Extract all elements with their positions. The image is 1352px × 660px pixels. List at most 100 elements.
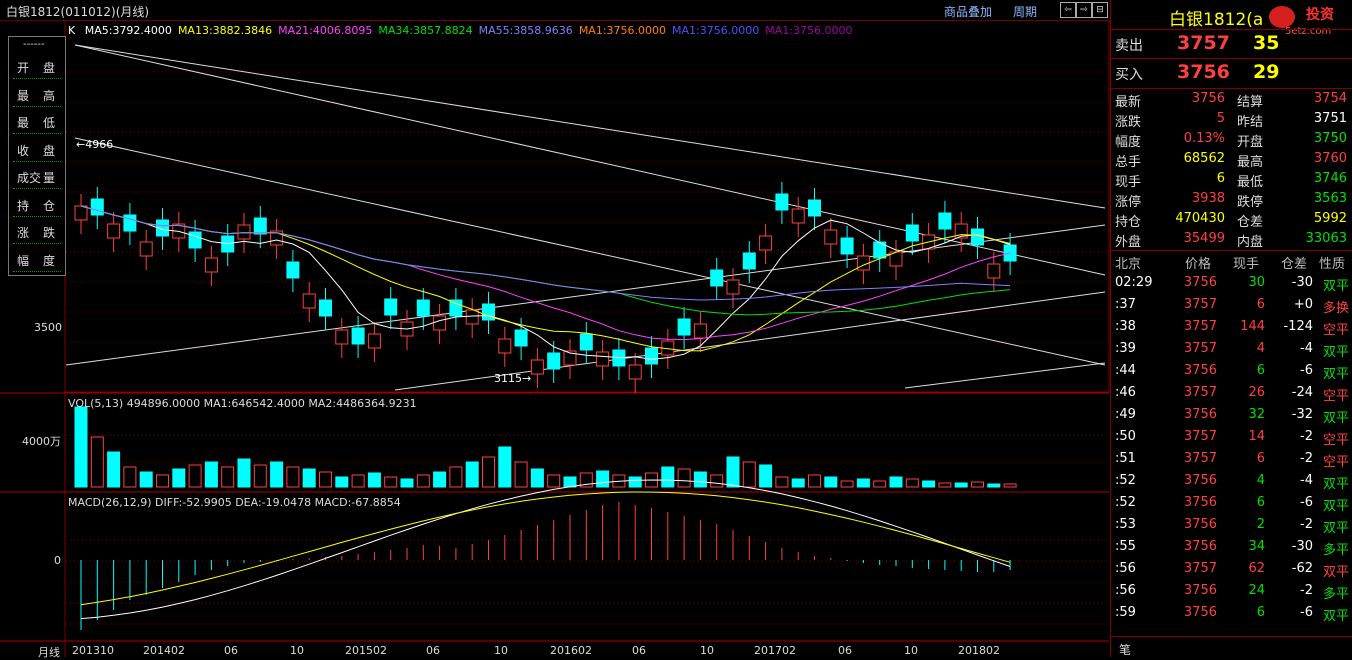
trade-price: 3757 [1183,429,1217,444]
side-panel-label-a: 持 [17,198,30,213]
bid-label: 买入 [1115,67,1143,83]
volume-bar [433,471,447,488]
period-menu[interactable]: 周期 [1013,3,1037,20]
volume-bar [840,480,854,488]
trade-time: :52 [1115,473,1136,488]
trade-nature: 空平 [1322,433,1349,448]
stat-value: 3750 [1313,131,1347,146]
brand-logo-text: 投资 [1306,7,1334,23]
x-axis-tick: 10 [700,644,714,657]
trade-price: 3757 [1183,319,1217,334]
trade-nature: 双平 [1322,609,1349,624]
trade-volume: 6 [1256,605,1265,620]
trade-header-oi-change: 仓差 [1281,257,1308,272]
tick-tab[interactable]: 笔 [1119,641,1131,658]
stat-label: 最高 [1237,155,1264,170]
volume-bar [791,478,805,488]
trend-line [74,44,1106,209]
chart-title-bar: 白银1812(011012)(月线) 商品叠加 周期 ⇦ ⇨ ⊟ [0,0,1110,21]
trade-price: 3756 [1183,605,1217,620]
trade-header-price: 价格 [1185,257,1212,272]
ma-legend-item: MA1:3756.0000 [672,24,760,37]
stat-label: 最新 [1115,95,1142,110]
trade-nature: 空平 [1322,323,1349,338]
high-price-value: 4966 [85,138,114,151]
candle-body [645,347,658,365]
stat-label: 持仓 [1115,215,1142,230]
stat-value: 3760 [1313,151,1347,166]
trade-time: :46 [1115,385,1136,400]
stat-value: 5992 [1313,211,1347,226]
overlay-commodity-menu[interactable]: 商品叠加 [944,3,992,20]
volume-bar [172,468,186,488]
ma-legend-item: MA21:4006.8095 [278,24,373,37]
candle-body [677,318,691,336]
volume-bar [808,474,821,488]
prev-arrow-icon[interactable]: ⇦ [1060,2,1076,18]
side-panel-label-a: 收 [17,143,30,158]
candle-body [710,269,724,287]
side-panel-label-b: 盘 [43,143,56,158]
ma-legend-item: MA34:3857.8824 [378,24,473,37]
trade-volume: 32 [1248,407,1265,422]
volume-bar [824,476,838,488]
trade-row: :56 3757 62 -62 双平 [1111,558,1352,580]
candle-body [547,352,561,370]
trade-oi-change: -2 [1300,583,1313,598]
volume-bar [987,483,1001,488]
volume-bar [498,446,512,488]
candle-body [628,364,642,380]
stat-value: 3754 [1313,91,1347,106]
trade-price: 3757 [1183,385,1217,400]
candle-body [824,229,838,245]
trade-volume: 6 [1256,363,1265,378]
quote-stat-row: 总手 68562 最高 3760 [1111,149,1352,170]
side-panel-label-b: 低 [43,116,56,130]
period-label: 月线 [38,646,60,659]
volume-bar [319,471,332,488]
candle-body [742,252,756,270]
ask-row: 卖出 3757 35 [1111,29,1352,58]
brand-logo-icon [1269,6,1295,28]
macd-zero-tick: 0 [54,554,61,567]
volume-bar [123,466,137,488]
quote-stat-row: 最新 3756 结算 3754 [1111,89,1352,110]
candle-body [465,309,479,325]
stat-label: 仓差 [1237,215,1264,230]
quote-stat-row: 涨跌 5 昨结 3751 [1111,109,1352,130]
side-panel-item: 幅度 [9,248,65,274]
side-panel-label-b: 跌 [43,226,56,240]
volume-bar [889,476,903,488]
layout-toggle-icon[interactable]: ⊟ [1092,2,1108,18]
quote-stat-row: 现手 6 最低 3746 [1111,169,1352,190]
trade-oi-change: -6 [1300,495,1313,510]
x-axis-tick: 06 [838,644,852,657]
ma-line [80,205,1011,352]
trade-time: :51 [1115,451,1136,466]
trade-nature: 双平 [1322,521,1349,536]
candle-body [74,205,88,221]
trade-volume: 2 [1256,517,1265,532]
trade-nature: 空平 [1322,389,1349,404]
ask-label: 卖出 [1115,38,1143,54]
stat-value: 0.13% [1183,131,1225,146]
candle-body [188,231,202,249]
volume-bar [922,480,936,488]
stat-label: 总手 [1115,155,1142,170]
kline-chart[interactable] [0,20,1110,657]
side-panel-label-a: 幅 [17,253,30,268]
x-axis-tick: 201802 [958,644,1000,657]
stat-value: 35499 [1183,231,1225,246]
candle-body [433,315,447,331]
next-arrow-icon[interactable]: ⇨ [1076,2,1092,18]
ma-legend: K MA5:3792.4000 MA13:3882.3846 MA21:4006.8… [68,24,852,37]
side-panel-label-b: 高 [43,88,56,103]
quote-stat-row: 外盘 35499 内盘 33063 [1111,229,1352,250]
chart-title: 白银1812(011012)(月线) [6,5,150,19]
ma-legend-item: MA1:3756.0000 [765,24,853,37]
candle-body [302,293,316,309]
side-panel-label-b: 度 [43,253,56,268]
ma-line [80,205,1011,301]
x-axis-tick: 201702 [754,644,796,657]
trade-time: :38 [1115,319,1136,334]
